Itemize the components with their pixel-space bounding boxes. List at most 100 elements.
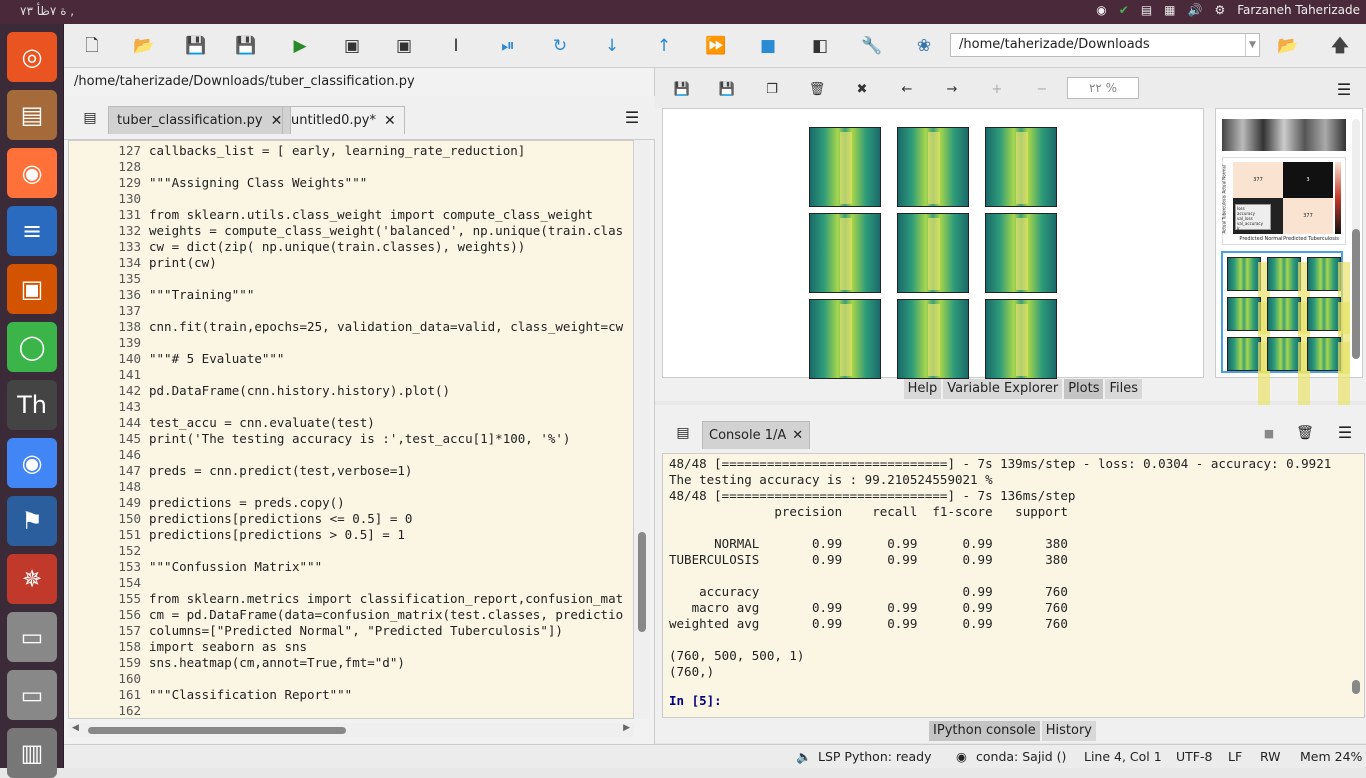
previous-icon[interactable]: ← bbox=[898, 80, 916, 98]
preferences-icon[interactable]: 🔧 bbox=[860, 34, 884, 58]
code-line[interactable]: import seaborn as sns bbox=[149, 639, 307, 655]
new-file-icon[interactable]: 🗋 bbox=[80, 34, 104, 58]
continue-icon[interactable]: ⏩ bbox=[704, 34, 728, 58]
volume-icon[interactable]: 🔊 bbox=[1188, 3, 1203, 17]
code-line[interactable]: weights = compute_class_weight('balanced… bbox=[149, 223, 623, 239]
plot-thumbnails[interactable]: 377 3 3 377 loss accuracy val_loss val_a… bbox=[1215, 108, 1363, 414]
zoom-in-icon[interactable]: + bbox=[988, 80, 1006, 98]
code-line[interactable]: columns=["Predicted Normal", "Predicted … bbox=[149, 623, 563, 639]
chevron-down-icon[interactable]: ▼ bbox=[1245, 34, 1259, 56]
code-line[interactable]: cm = pd.DataFrame(data=confusion_matrix(… bbox=[149, 607, 623, 623]
python-path-icon[interactable]: ❀ bbox=[912, 34, 936, 58]
network-icon[interactable]: ▦ bbox=[1164, 3, 1175, 17]
copy-icon[interactable]: ❐ bbox=[763, 80, 781, 98]
shield-check-icon[interactable]: ✔ bbox=[1119, 3, 1129, 17]
browse-tabs-icon[interactable]: ▤ bbox=[671, 421, 695, 445]
run-selection-icon[interactable]: I bbox=[444, 34, 468, 58]
writer-icon[interactable]: ≡ bbox=[7, 206, 57, 256]
code-line[interactable]: predictions[predictions > 0.5] = 1 bbox=[149, 527, 405, 543]
files-icon[interactable]: ▤ bbox=[7, 90, 57, 140]
close-icon[interactable]: ✕ bbox=[384, 113, 396, 129]
code-line[interactable]: """Training""" bbox=[149, 287, 254, 303]
save-all-icon[interactable]: 💾 bbox=[718, 80, 736, 98]
tab-untitled0[interactable]: untitled0.py* ✕ bbox=[282, 106, 405, 134]
scroll-thumb[interactable] bbox=[88, 727, 346, 734]
zoom-out-icon[interactable]: − bbox=[1033, 80, 1051, 98]
editor-vertical-scrollbar[interactable] bbox=[635, 140, 649, 719]
typora-icon[interactable]: Th bbox=[7, 380, 57, 430]
tab-files[interactable]: Files bbox=[1105, 379, 1142, 399]
code-line[interactable]: predictions[predictions <= 0.5] = 0 bbox=[149, 511, 412, 527]
remove-icon[interactable]: 🗑 bbox=[808, 80, 826, 98]
clipboard-icon[interactable]: ▤ bbox=[1141, 3, 1152, 17]
step-return-icon[interactable]: ↑ bbox=[652, 34, 676, 58]
stop-icon[interactable]: ■ bbox=[1257, 421, 1281, 445]
drive-icon[interactable]: ▭ bbox=[7, 612, 57, 662]
run-cell-advance-icon[interactable]: ▣ bbox=[392, 34, 416, 58]
run-cell-icon[interactable]: ▣ bbox=[340, 34, 364, 58]
save-icon[interactable]: 💾 bbox=[184, 34, 208, 58]
code-line[interactable]: print(cw) bbox=[149, 255, 217, 271]
firefox-icon[interactable]: ◉ bbox=[7, 148, 57, 198]
trash-icon[interactable]: ▥ bbox=[7, 728, 57, 778]
open-folder-icon[interactable]: 📂 bbox=[132, 34, 156, 58]
scroll-left-icon[interactable]: ◀ bbox=[72, 723, 79, 733]
code-line[interactable]: """Classification Report""" bbox=[149, 687, 352, 703]
tab-console[interactable]: Console 1/A ✕ bbox=[702, 421, 811, 449]
code-line[interactable]: preds = cnn.predict(test,verbose=1) bbox=[149, 463, 412, 479]
close-icon[interactable]: ✕ bbox=[792, 428, 803, 443]
code-line[interactable]: cw = dict(zip( np.unique(train.classes),… bbox=[149, 239, 525, 255]
tab-variable-explorer[interactable]: Variable Explorer bbox=[943, 379, 1063, 399]
code-line[interactable]: sns.heatmap(cm,annot=True,fmt="d") bbox=[149, 655, 405, 671]
working-directory-input[interactable]: /home/taherizade/Downloads ▼ bbox=[950, 33, 1260, 57]
chrome-icon[interactable]: ◉ bbox=[1096, 3, 1106, 17]
settings-icon[interactable]: ⚙ bbox=[1214, 3, 1225, 17]
code-line[interactable]: """Assigning Class Weights""" bbox=[149, 175, 367, 191]
close-icon[interactable]: ✕ bbox=[271, 113, 283, 129]
trash-icon[interactable]: 🗑 bbox=[1293, 421, 1317, 445]
thumbs-scrollbar[interactable] bbox=[1352, 119, 1360, 359]
code-line[interactable]: """Confussion Matrix""" bbox=[149, 559, 322, 575]
step-icon[interactable]: ↻ bbox=[548, 34, 572, 58]
console-scrollbar[interactable] bbox=[1352, 454, 1360, 717]
save-icon[interactable]: 💾 bbox=[673, 80, 691, 98]
thumb-xray-grid-selected[interactable] bbox=[1221, 251, 1350, 414]
kali-icon[interactable]: ⚑ bbox=[7, 496, 57, 546]
plot-canvas[interactable] bbox=[662, 108, 1204, 379]
thumb-confusion-matrix[interactable]: 377 3 3 377 loss accuracy val_loss val_a… bbox=[1222, 157, 1346, 245]
scroll-thumb[interactable] bbox=[1352, 680, 1360, 694]
chrome-icon[interactable]: ◉ bbox=[7, 438, 57, 488]
lsp-status[interactable]: LSP Python: ready bbox=[818, 749, 931, 764]
tab-ipython-console[interactable]: IPython console bbox=[929, 721, 1040, 741]
arrow-up-icon[interactable]: 🡅 bbox=[1328, 34, 1352, 58]
ubuntu-icon[interactable]: ◎ bbox=[7, 32, 57, 82]
code-line[interactable]: predictions = preds.copy() bbox=[149, 495, 345, 511]
tab-history[interactable]: History bbox=[1041, 721, 1096, 741]
hamburger-menu-icon[interactable]: ☰ bbox=[1333, 421, 1357, 445]
code-line[interactable]: pd.DataFrame(cnn.history.history).plot() bbox=[149, 383, 450, 399]
hamburger-menu-icon[interactable]: ☰ bbox=[620, 106, 644, 130]
code-line[interactable]: from sklearn.metrics import classificati… bbox=[149, 591, 623, 607]
anaconda-icon[interactable]: ◯ bbox=[7, 322, 57, 372]
scroll-thumb[interactable] bbox=[1352, 229, 1360, 359]
tab-help[interactable]: Help bbox=[903, 379, 942, 399]
console-prompt[interactable]: In [5]: bbox=[669, 693, 722, 709]
code-line[interactable]: from sklearn.utils.class_weight import c… bbox=[149, 207, 593, 223]
tab-tuber-classification[interactable]: tuber_classification.py ✕ bbox=[108, 106, 292, 134]
save-all-icon[interactable]: 💾 bbox=[234, 34, 258, 58]
code-line[interactable]: cnn.fit(train,epochs=25, validation_data… bbox=[149, 319, 623, 335]
remove-all-icon[interactable]: ✖ bbox=[853, 80, 871, 98]
drive-icon[interactable]: ▭ bbox=[7, 670, 57, 720]
console-output[interactable]: 48/48 [==============================] -… bbox=[662, 453, 1365, 718]
scroll-right-icon[interactable]: ▶ bbox=[623, 723, 630, 733]
zoom-level[interactable]: ٢٢ % bbox=[1067, 77, 1139, 99]
code-line[interactable]: callbacks_list = [ early, learning_rate_… bbox=[149, 143, 525, 159]
conda-env[interactable]: conda: Sajid () bbox=[976, 749, 1066, 764]
user-name[interactable]: Farzaneh Taherizade bbox=[1237, 3, 1360, 17]
editor-horizontal-scrollbar[interactable]: ◀ ▶ bbox=[68, 723, 634, 737]
debug-icon[interactable]: ⏯ bbox=[496, 34, 520, 58]
impress-icon[interactable]: ▣ bbox=[7, 264, 57, 314]
code-line[interactable]: """# 5 Evaluate""" bbox=[149, 351, 284, 367]
stop-icon[interactable]: ■ bbox=[756, 34, 780, 58]
folder-open-icon[interactable]: 📂 bbox=[1276, 34, 1300, 58]
